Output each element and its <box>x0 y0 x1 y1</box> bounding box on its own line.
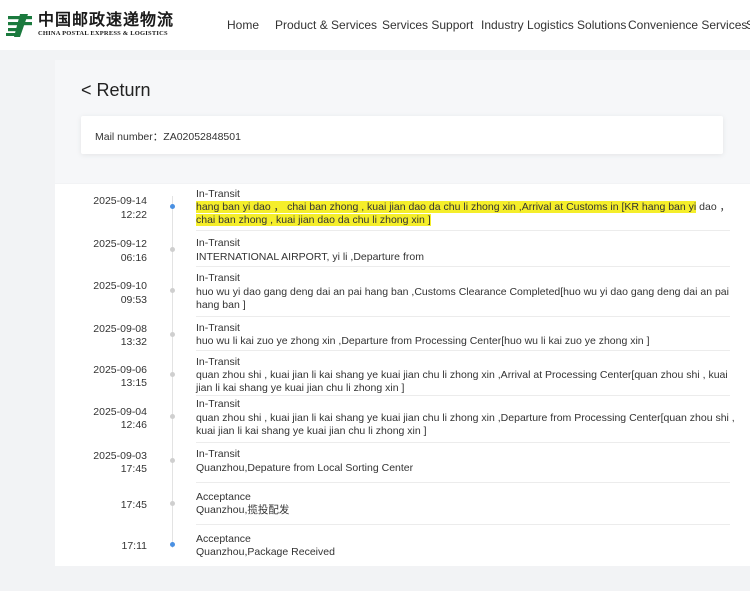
event-description: Quanzhou,Depature from Local Sorting Cen… <box>196 462 414 474</box>
mail-number-label: Mail number： <box>95 131 164 143</box>
event-description: INTERNATIONAL AIRPORT, yi li ,Departure … <box>196 251 424 263</box>
nav-item-services-support[interactable]: Services Support <box>382 18 473 32</box>
timeline-dot <box>170 204 175 209</box>
event-time: 13:32 <box>120 336 147 348</box>
event-time: 13:15 <box>120 377 147 389</box>
event-date: 2025-09-06 <box>93 364 147 376</box>
event-description: quan zhou shi , kuai jian li kai shang y… <box>196 412 735 437</box>
event-date: 2025-09-04 <box>93 406 147 418</box>
event-divider <box>196 266 730 267</box>
event-status: In-Transit <box>196 356 240 368</box>
event-divider <box>196 230 730 231</box>
event-status: In-Transit <box>196 188 240 200</box>
event-time: 17:45 <box>120 499 147 511</box>
event-divider <box>196 316 730 317</box>
event-date: 2025-09-14 <box>93 195 147 207</box>
event-description: hang ban yi dao ， chai ban zhong , kuai … <box>196 201 736 226</box>
return-link[interactable]: < Return <box>81 80 151 101</box>
event-divider <box>196 524 730 525</box>
event-status: In-Transit <box>196 322 240 334</box>
timeline-dot <box>170 372 175 377</box>
brand-name-cn: 中国邮政速递物流 <box>38 10 175 29</box>
event-status: Acceptance <box>196 491 251 503</box>
nav-item-home[interactable]: Home <box>227 18 259 32</box>
event-status: Acceptance <box>196 533 251 545</box>
china-post-logo-icon <box>6 11 34 39</box>
nav-item-industry-logistics[interactable]: Industry Logistics Solutions <box>481 18 626 32</box>
mail-number-value: ZA02052848501 <box>163 131 241 143</box>
event-description: quan zhou shi , kuai jian li kai shang y… <box>196 369 728 394</box>
timeline-dot <box>170 332 175 337</box>
event-description: huo wu yi dao gang deng dai an pai hang … <box>196 286 729 311</box>
event-description: huo wu li kai zuo ye zhong xin ,Departur… <box>196 335 650 347</box>
event-time: 12:22 <box>120 209 147 221</box>
event-divider <box>196 442 730 443</box>
event-time: 06:16 <box>120 252 147 264</box>
event-date: 2025-09-12 <box>93 238 147 250</box>
plain-text: dao ， <box>696 201 731 213</box>
timeline-dot <box>170 414 175 419</box>
event-time: 17:45 <box>120 463 147 475</box>
event-date: 2025-09-03 <box>93 450 147 462</box>
nav-item-convenience-services[interactable]: Convenience Services <box>628 18 747 32</box>
timeline-dot <box>170 288 175 293</box>
event-divider <box>196 395 730 396</box>
event-time: 12:46 <box>120 419 147 431</box>
brand-logo[interactable]: 中国邮政速递物流 CHINA POSTAL EXPRESS & LOGISTIC… <box>6 11 174 39</box>
event-date: 2025-09-08 <box>93 323 147 335</box>
mail-number-card: Mail number：ZA02052848501 <box>81 116 723 154</box>
nav-item-overflow[interactable]: S <box>746 18 750 32</box>
timeline-dot <box>170 458 175 463</box>
event-description: Quanzhou,Package Received <box>196 546 335 558</box>
highlighted-text: chai ban zhong , kuai jian dao da chu li… <box>196 213 431 226</box>
event-divider <box>196 350 730 351</box>
event-description: Quanzhou,揽投配发 <box>196 504 290 516</box>
event-date: 2025-09-10 <box>93 280 147 292</box>
event-status: In-Transit <box>196 448 240 460</box>
highlighted-text: hang ban yi dao ， chai ban zhong , kuai … <box>196 201 697 213</box>
brand-name-en: CHINA POSTAL EXPRESS & LOGISTICS <box>38 30 168 37</box>
event-status: In-Transit <box>196 272 240 284</box>
timeline-dot <box>170 247 175 252</box>
event-time: 09:53 <box>120 294 147 306</box>
brand-text: 中国邮政速递物流 CHINA POSTAL EXPRESS & LOGISTIC… <box>38 10 175 38</box>
timeline-dot <box>170 542 175 547</box>
event-time: 17:11 <box>121 540 148 552</box>
top-navigation-bar: 中国邮政速递物流 CHINA POSTAL EXPRESS & LOGISTIC… <box>0 0 750 50</box>
timeline-dot <box>170 501 175 506</box>
event-status: In-Transit <box>196 237 240 249</box>
event-status: In-Transit <box>196 398 240 410</box>
nav-item-product-services[interactable]: Product & Services <box>275 18 377 32</box>
event-divider <box>196 482 730 483</box>
